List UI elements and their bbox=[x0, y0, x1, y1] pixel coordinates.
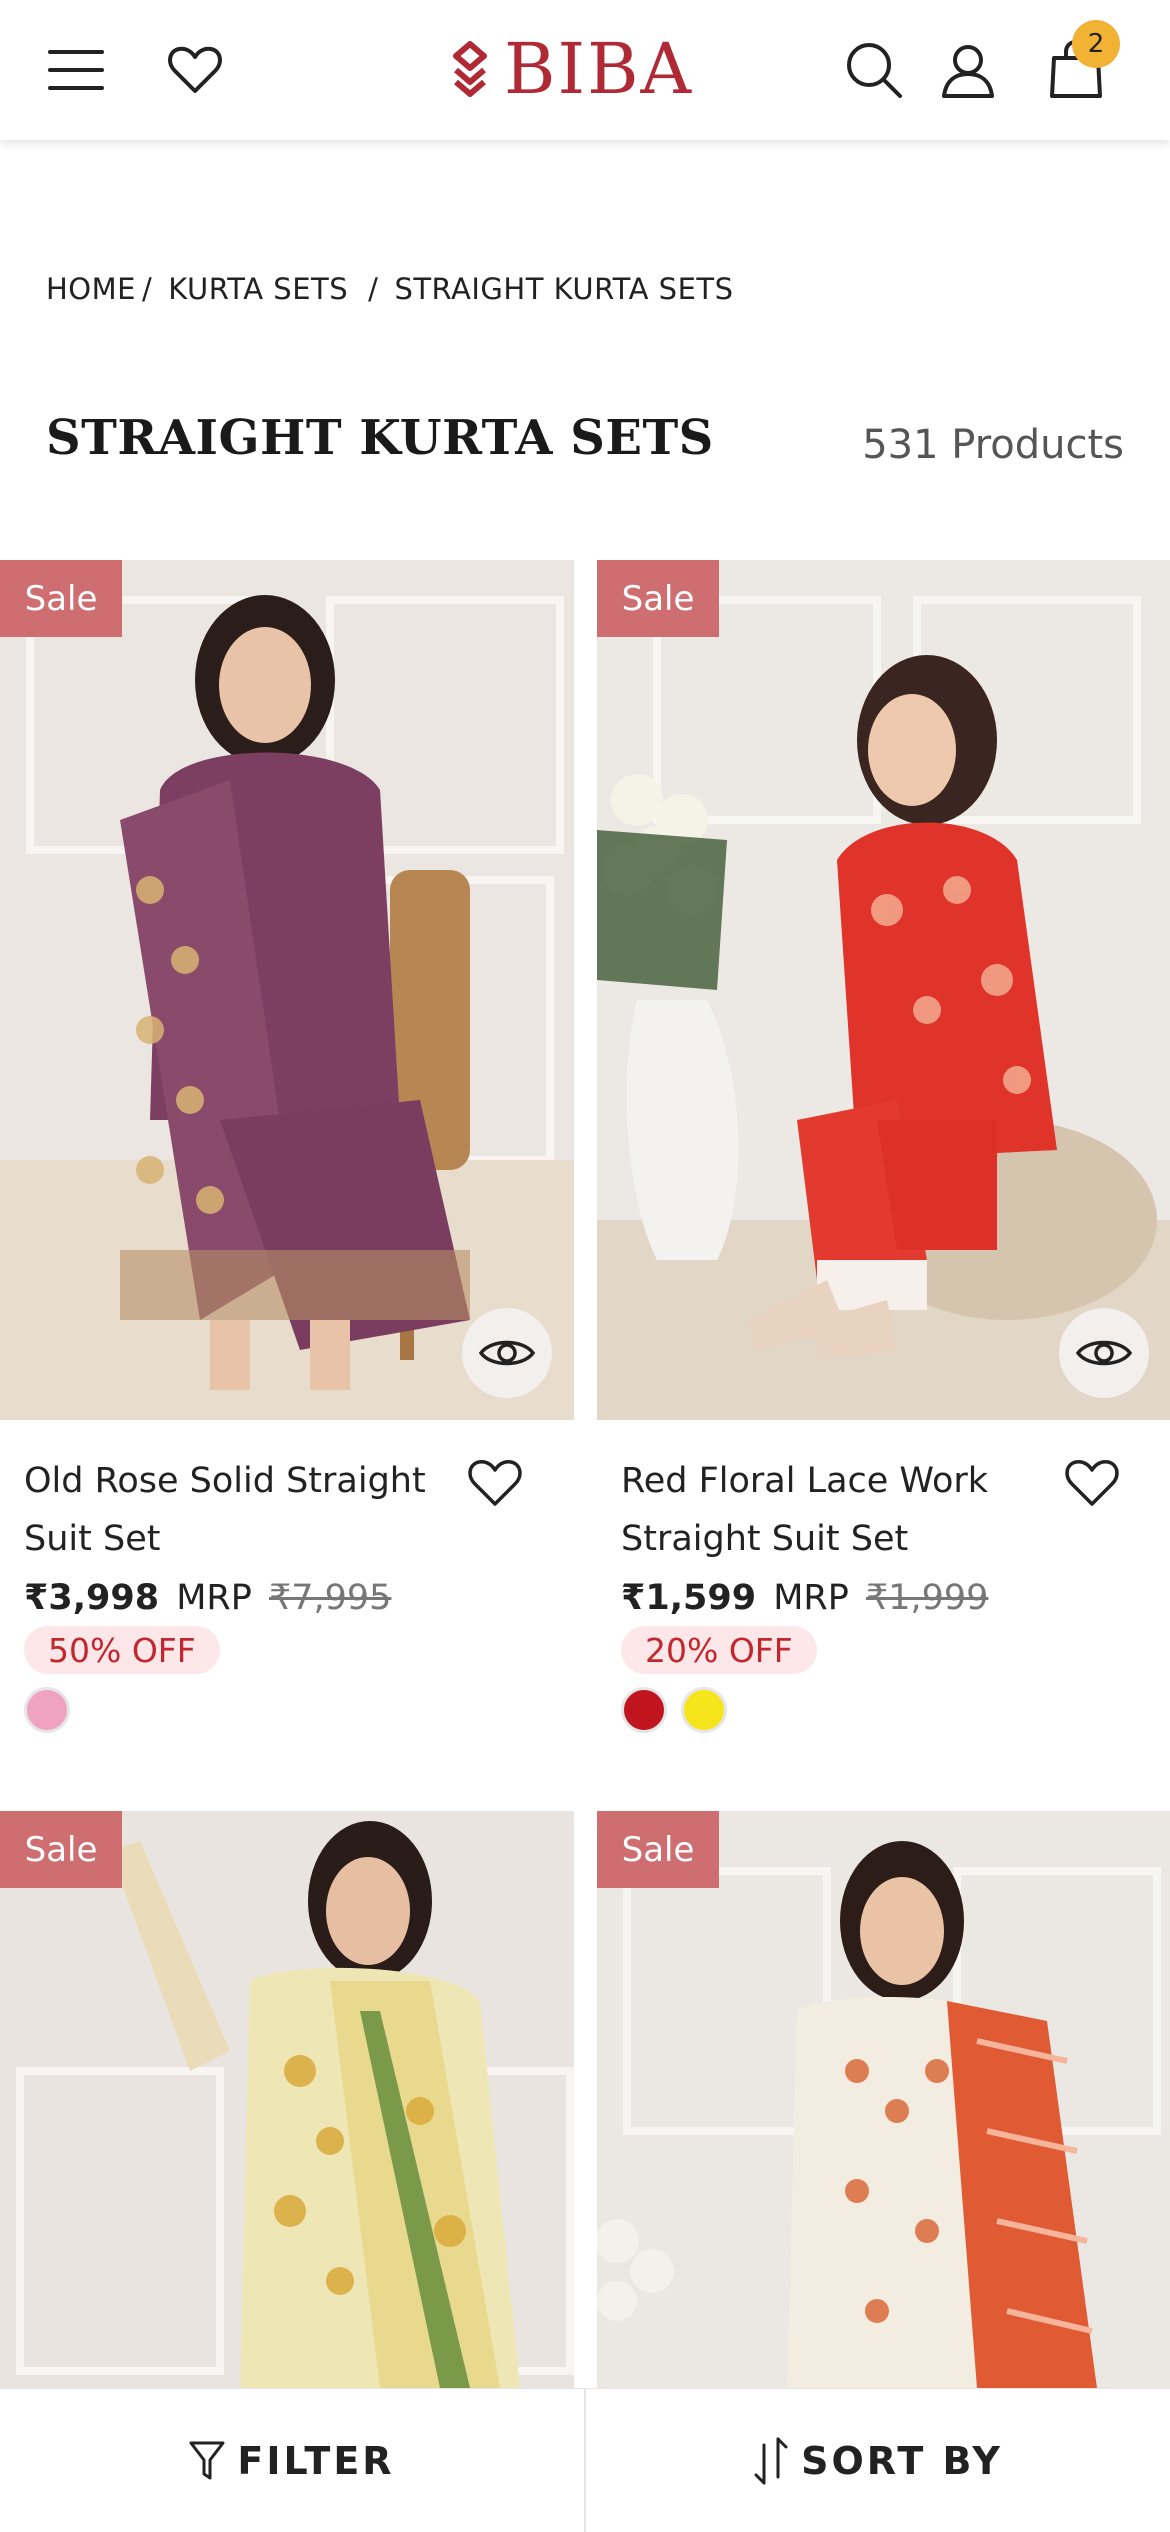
breadcrumb-separator: / bbox=[368, 272, 379, 306]
sale-badge: Sale bbox=[0, 1811, 122, 1888]
color-swatch[interactable] bbox=[621, 1687, 667, 1733]
breadcrumb: HOME / KURTA SETS / STRAIGHT KURTA SETS bbox=[46, 272, 734, 306]
product-image[interactable]: Sale bbox=[597, 560, 1170, 1420]
filter-button[interactable]: FILTER bbox=[0, 2389, 584, 2532]
sort-by-button[interactable]: SORT BY bbox=[586, 2389, 1170, 2532]
breadcrumb-home[interactable]: HOME bbox=[46, 272, 136, 306]
product-name[interactable]: Old Rose Solid Straight Suit Set bbox=[24, 1452, 464, 1568]
sale-badge: Sale bbox=[597, 1811, 719, 1888]
breadcrumb-separator: / bbox=[141, 272, 153, 306]
breadcrumb-straight-kurta-sets[interactable]: STRAIGHT KURTA SETS bbox=[394, 272, 733, 306]
wishlist-heart-icon[interactable] bbox=[460, 1448, 530, 1518]
color-swatches bbox=[621, 1687, 727, 1733]
color-swatch[interactable] bbox=[24, 1687, 70, 1733]
biba-logo[interactable]: BIBA bbox=[450, 24, 693, 114]
search-icon[interactable] bbox=[834, 30, 914, 110]
bottom-action-bar: FILTER SORT BY bbox=[0, 2388, 1170, 2532]
wishlist-heart-icon[interactable] bbox=[155, 30, 235, 110]
biba-logo-mark-icon bbox=[453, 41, 487, 97]
filter-label: FILTER bbox=[237, 2438, 395, 2483]
product-card[interactable]: Sale Red Floral Lace Work Straight Suit … bbox=[597, 560, 1170, 1760]
product-card[interactable]: Sale bbox=[597, 1811, 1170, 2388]
product-name[interactable]: Red Floral Lace Work Straight Suit Set bbox=[621, 1452, 1061, 1568]
original-price: ₹1,999 bbox=[865, 1578, 989, 1618]
price-row: ₹3,998 MRP ₹7,995 bbox=[24, 1578, 391, 1618]
sale-badge: Sale bbox=[597, 560, 719, 637]
user-account-icon[interactable] bbox=[928, 30, 1008, 110]
sort-arrows-icon bbox=[754, 2437, 788, 2484]
shopping-bag-icon[interactable]: 2 bbox=[1036, 20, 1120, 110]
breadcrumb-kurta-sets[interactable]: KURTA SETS bbox=[168, 272, 348, 306]
price-row: ₹1,599 MRP ₹1,999 bbox=[621, 1578, 988, 1618]
brand-name: BIBA bbox=[504, 28, 694, 110]
hamburger-menu-icon[interactable] bbox=[36, 30, 116, 110]
product-image[interactable]: Sale bbox=[0, 1811, 574, 2388]
top-header: BIBA 2 bbox=[0, 0, 1170, 140]
original-price: ₹7,995 bbox=[268, 1578, 392, 1618]
product-card[interactable]: Sale Old Rose Solid Straight Suit Set ₹3… bbox=[0, 560, 574, 1760]
product-image[interactable]: Sale bbox=[597, 1811, 1170, 2388]
quick-view-eye-icon[interactable] bbox=[462, 1308, 552, 1398]
mrp-label: MRP bbox=[773, 1578, 849, 1618]
mrp-label: MRP bbox=[176, 1578, 252, 1618]
sale-price: ₹1,599 bbox=[621, 1578, 757, 1618]
sort-by-label: SORT BY bbox=[801, 2438, 1003, 2483]
sale-price: ₹3,998 bbox=[24, 1578, 160, 1618]
color-swatch[interactable] bbox=[681, 1687, 727, 1733]
product-image[interactable]: Sale bbox=[0, 560, 574, 1420]
product-count: 531 Products bbox=[862, 422, 1124, 468]
quick-view-eye-icon[interactable] bbox=[1059, 1308, 1149, 1398]
product-card[interactable]: Sale bbox=[0, 1811, 574, 2388]
sale-badge: Sale bbox=[0, 560, 122, 637]
wishlist-heart-icon[interactable] bbox=[1057, 1448, 1127, 1518]
page-title: STRAIGHT KURTA SETS bbox=[46, 410, 714, 466]
discount-badge: 20% OFF bbox=[621, 1626, 817, 1674]
cart-count-badge: 2 bbox=[1072, 20, 1120, 68]
discount-badge: 50% OFF bbox=[24, 1626, 220, 1674]
color-swatches bbox=[24, 1687, 70, 1733]
filter-funnel-icon bbox=[189, 2441, 225, 2479]
